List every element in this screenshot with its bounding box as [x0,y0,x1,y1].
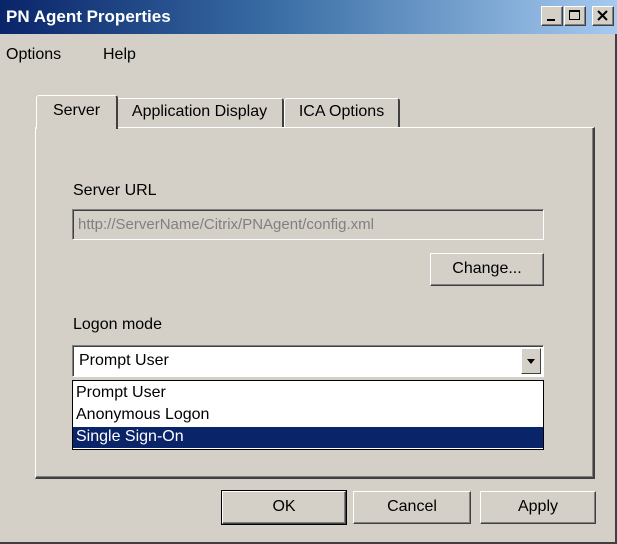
cancel-button[interactable]: Cancel [353,491,471,524]
logon-mode-dropdown-list: Prompt User Anonymous Logon Single Sign-… [72,380,544,450]
menu-help[interactable]: Help [103,46,136,64]
tab-application-display[interactable]: Application Display [116,98,284,128]
logon-mode-value: Prompt User [79,352,169,369]
logon-option-prompt-user[interactable]: Prompt User [73,383,543,404]
server-url-field: http://ServerName/Citrix/PNAgent/config.… [72,209,544,240]
maximize-button[interactable] [564,6,586,26]
properties-dialog: PN Agent Properties Options Help Server … [0,0,617,544]
maximize-icon [569,10,580,20]
change-button-label: Change... [452,260,522,277]
tab-server-label: Server [52,102,101,119]
tab-server[interactable]: Server [36,95,118,129]
logon-mode-select[interactable]: Prompt User [72,345,544,377]
cancel-button-label: Cancel [387,498,437,515]
tab-ica-options[interactable]: ICA Options [284,98,400,128]
chevron-down-icon [527,359,535,364]
change-button[interactable]: Change... [430,253,544,286]
minimize-button[interactable] [541,6,563,26]
apply-button-label: Apply [517,498,559,515]
apply-button[interactable]: Apply [480,491,596,524]
server-url-label: Server URL [73,182,157,199]
logon-mode-label: Logon mode [73,316,162,333]
close-button[interactable] [592,6,614,26]
server-url-value: http://ServerName/Citrix/PNAgent/config.… [78,216,374,233]
logon-option-single-sign-on[interactable]: Single Sign-On [73,427,543,448]
menu-bar: Options Help [0,34,617,66]
tab-ica-options-label: ICA Options [298,103,385,120]
ok-button-label: OK [272,498,296,515]
ok-button[interactable]: OK [221,490,347,525]
window-title: PN Agent Properties [6,7,171,26]
minimize-icon [547,19,555,21]
logon-option-anonymous[interactable]: Anonymous Logon [73,405,543,426]
tab-application-display-label: Application Display [131,103,268,120]
menu-options[interactable]: Options [6,46,61,64]
title-bar[interactable]: PN Agent Properties [0,0,617,34]
close-icon [597,10,608,21]
dropdown-button[interactable] [521,348,541,374]
